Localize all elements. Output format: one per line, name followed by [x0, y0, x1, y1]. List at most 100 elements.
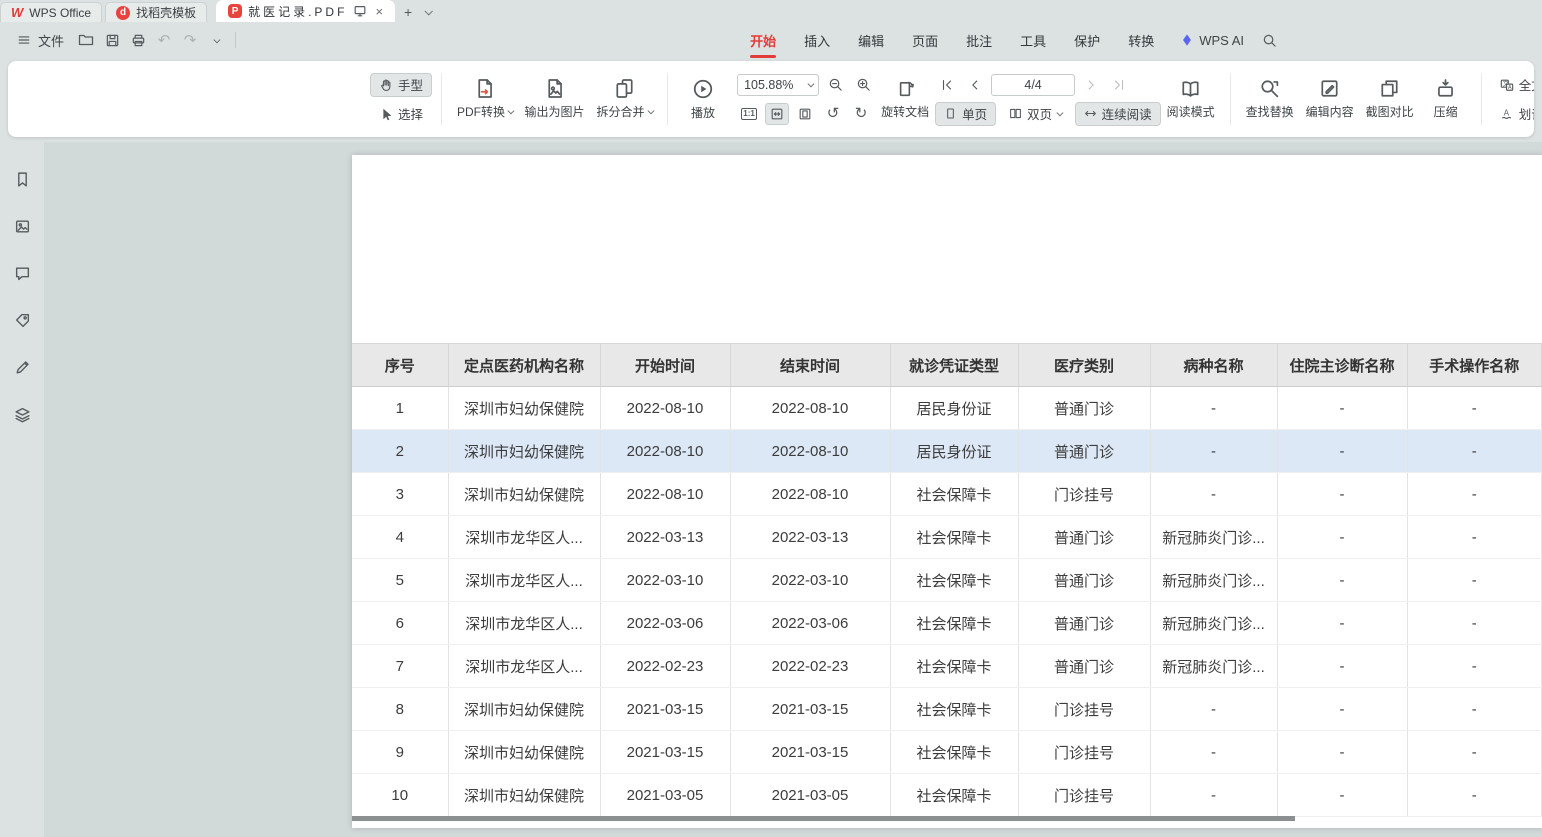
find-replace-button[interactable]: 查找替换 — [1240, 74, 1300, 124]
print-button[interactable] — [125, 27, 151, 53]
continuous-read-button[interactable]: 连续阅读 — [1075, 102, 1161, 126]
signature-panel-button[interactable] — [8, 354, 36, 380]
redo-button[interactable]: ↷ — [177, 27, 203, 53]
tab-wps-office[interactable]: W WPS Office — [0, 2, 102, 22]
left-rail — [0, 142, 44, 837]
page-number-input[interactable]: 4/4 — [991, 74, 1075, 96]
close-tab-icon[interactable]: × — [375, 4, 383, 19]
table-cell: 深圳市龙华区人... — [448, 645, 600, 688]
menu-tab-edit[interactable]: 编辑 — [844, 22, 898, 58]
compress-icon — [1435, 78, 1456, 99]
menu-tab-insert[interactable]: 插入 — [790, 22, 844, 58]
zoom-in-button[interactable] — [851, 74, 875, 96]
table-cell: 深圳市龙华区人... — [448, 559, 600, 602]
menu-tab-protect[interactable]: 保护 — [1060, 22, 1114, 58]
window-tabbar: W WPS Office d 找稻壳模板 P 就医记录.PDF × + — [0, 0, 1542, 22]
full-text-translate-label: 全文翻译 — [1519, 75, 1534, 94]
select-tool-button[interactable]: 选择 — [370, 102, 432, 126]
table-row: 2深圳市妇幼保健院2022-08-102022-08-10居民身份证普通门诊--… — [352, 430, 1542, 473]
rotate-left-button[interactable]: ↺ — [821, 103, 845, 125]
table-cell: 居民身份证 — [890, 387, 1018, 430]
hand-tool-button[interactable]: 手型 — [370, 73, 432, 97]
tab-document[interactable]: P 就医记录.PDF × — [216, 0, 395, 22]
zoom-out-icon — [828, 77, 843, 92]
export-image-button[interactable]: 输出为图片 — [519, 74, 591, 124]
tag-icon — [14, 312, 31, 329]
zoom-level-combobox[interactable]: 105.88% — [737, 74, 819, 96]
table-cell: 社会保障卡 — [890, 731, 1018, 774]
table-cell: 普通门诊 — [1018, 387, 1150, 430]
table-cell: 2022-03-13 — [730, 516, 890, 559]
fit-width-button[interactable] — [765, 103, 789, 125]
split-merge-button[interactable]: 拆分合并 — [591, 74, 659, 124]
single-page-button[interactable]: 单页 — [935, 102, 996, 126]
thumbnails-panel-button[interactable] — [8, 213, 36, 239]
first-page-button[interactable] — [935, 74, 959, 96]
undo-button[interactable]: ↶ — [151, 27, 177, 53]
edit-content-button[interactable]: 编辑内容 — [1300, 74, 1360, 124]
table-cell: 2021-03-15 — [600, 688, 730, 731]
word-translate-button[interactable]: A 划词翻译 — [1491, 102, 1534, 126]
table-cell: 深圳市龙华区人... — [448, 516, 600, 559]
double-page-icon — [1009, 107, 1022, 120]
menu-tab-comment[interactable]: 批注 — [952, 22, 1006, 58]
file-menu-label: 文件 — [38, 31, 64, 50]
next-page-button[interactable] — [1079, 74, 1103, 96]
document-area[interactable]: 序号定点医药机构名称开始时间结束时间就诊凭证类型医疗类别病种名称住院主诊断名称手… — [44, 142, 1542, 837]
bookmarks-panel-button[interactable] — [8, 166, 36, 192]
save-button[interactable] — [99, 27, 125, 53]
menu-bar: 文件 ↶ ↷ 开始 插入 编辑 页面 批注 工具 保护 转换 — [0, 22, 1542, 58]
translate-group: 文A 全文翻译 A 划词翻译 — [1491, 73, 1534, 126]
pdf-page: 序号定点医药机构名称开始时间结束时间就诊凭证类型医疗类别病种名称住院主诊断名称手… — [352, 155, 1542, 828]
monitor-icon[interactable] — [353, 4, 367, 18]
table-cell: - — [1407, 430, 1542, 473]
tab-docer-templates[interactable]: d 找稻壳模板 — [105, 2, 207, 22]
open-file-button[interactable] — [73, 27, 99, 53]
play-button[interactable]: 播放 — [677, 74, 729, 125]
rotate-doc-button[interactable]: 旋转文档 — [875, 75, 935, 124]
table-cell: 1 — [352, 387, 448, 430]
menu-tab-page[interactable]: 页面 — [898, 22, 952, 58]
annotations-panel-button[interactable] — [8, 307, 36, 333]
fit-page-button[interactable] — [793, 103, 817, 125]
hand-icon — [379, 78, 393, 92]
undo-history-chevron-icon[interactable] — [203, 27, 229, 53]
table-cell: - — [1150, 688, 1277, 731]
menu-tab-wps-ai[interactable]: WPS AI — [1168, 22, 1256, 58]
table-row: 1深圳市妇幼保健院2022-08-102022-08-10居民身份证普通门诊--… — [352, 387, 1542, 430]
rotate-right-button[interactable]: ↻ — [849, 103, 873, 125]
menu-tab-tools[interactable]: 工具 — [1006, 22, 1060, 58]
menubar-search-button[interactable] — [1256, 27, 1282, 53]
table-cell: 2 — [352, 430, 448, 473]
table-cell: - — [1150, 430, 1277, 473]
find-replace-icon — [1259, 78, 1280, 99]
table-cell: 社会保障卡 — [890, 645, 1018, 688]
read-mode-button[interactable]: 阅读模式 — [1161, 74, 1221, 124]
hand-tool-label: 手型 — [398, 75, 423, 94]
rotate-left-icon: ↺ — [827, 106, 840, 121]
layers-panel-button[interactable] — [8, 401, 36, 427]
comments-panel-button[interactable] — [8, 260, 36, 286]
menu-tab-home[interactable]: 开始 — [736, 22, 790, 58]
export-image-icon — [544, 78, 565, 99]
actual-size-button[interactable]: 1:1 — [737, 103, 761, 125]
full-text-translate-button[interactable]: 文A 全文翻译 — [1491, 73, 1534, 97]
pdf-convert-button[interactable]: PDF转换 — [451, 74, 519, 124]
table-cell: 2022-02-23 — [600, 645, 730, 688]
previous-page-button[interactable] — [963, 74, 987, 96]
menu-tab-convert[interactable]: 转换 — [1114, 22, 1168, 58]
table-cell: 社会保障卡 — [890, 688, 1018, 731]
screenshot-compare-button[interactable]: 截图对比 — [1360, 74, 1420, 124]
file-menu-button[interactable]: 文件 — [8, 26, 73, 54]
zoom-out-button[interactable] — [823, 74, 847, 96]
double-page-button[interactable]: 双页 — [1000, 102, 1071, 126]
last-page-button[interactable] — [1107, 74, 1131, 96]
table-cell: 2022-03-10 — [600, 559, 730, 602]
tab-list-chevron-icon[interactable] — [418, 2, 438, 22]
printer-icon — [131, 33, 146, 48]
compress-button[interactable]: 压缩 — [1420, 74, 1472, 124]
ribbon-toolbar: 手型 选择 PDF转换 输出为图片 拆分合并 — [8, 61, 1534, 137]
table-header-cell: 医疗类别 — [1018, 344, 1150, 387]
new-tab-button[interactable]: + — [398, 2, 418, 22]
ribbon-wrap: 手型 选择 PDF转换 输出为图片 拆分合并 — [0, 58, 1542, 142]
